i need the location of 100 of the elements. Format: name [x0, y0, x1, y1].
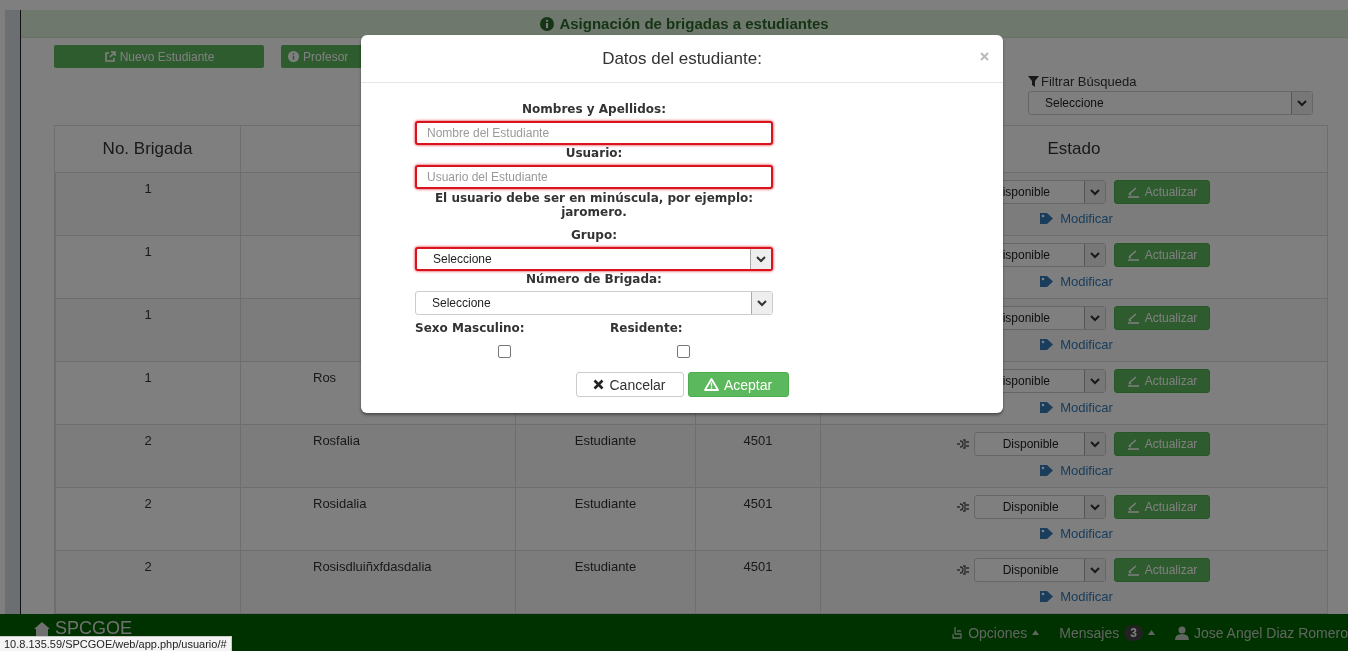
status-select[interactable]: Disponible: [973, 495, 1106, 519]
update-button[interactable]: Actualizar: [1113, 432, 1211, 456]
chevron-down-icon: [1089, 440, 1100, 448]
chevron-down-icon: [1089, 377, 1100, 385]
chevron-down-icon: [1089, 251, 1100, 259]
table-cell: Rosisdluiñxfdasdalia: [313, 559, 432, 574]
home-icon: [33, 620, 51, 637]
modify-link[interactable]: Modificar: [1039, 211, 1113, 226]
field-label: Nombres y Apellidos:: [521, 101, 667, 117]
column-header: No. Brigada: [102, 139, 193, 159]
new-student-button[interactable]: Nuevo Estudiante: [54, 45, 264, 68]
plug-icon: [955, 501, 970, 513]
update-button[interactable]: Actualizar: [1113, 306, 1211, 330]
tag-icon: [1039, 275, 1055, 288]
table-cell: 4501: [743, 559, 773, 574]
modify-link[interactable]: Modificar: [1039, 400, 1113, 415]
table-cell: Estudiante: [574, 433, 637, 448]
teachers-button[interactable]: Profesor: [281, 45, 362, 68]
hint-text: El usuario debe ser en minúscula, por ejemplo: jaromero.: [433, 191, 755, 219]
cancel-button[interactable]: Cancelar: [575, 372, 684, 397]
filter-label: Filtrar Búsqueda: [1041, 74, 1137, 89]
plug-icon: [955, 438, 970, 450]
filter-icon: [1028, 76, 1039, 87]
column-header: Estado: [1047, 139, 1101, 159]
chevron-down-icon: [1089, 503, 1100, 511]
table-cell: 4501: [743, 433, 773, 448]
chevron-down-icon: [1089, 188, 1100, 196]
menu-item[interactable]: Mensajes 3: [1059, 624, 1155, 641]
table-cell: Rosidalia: [313, 496, 367, 511]
edit-icon: [1126, 375, 1140, 387]
brand-name: SPCGOE: [55, 618, 133, 639]
chevron-down-icon: [1297, 99, 1307, 107]
tag-icon: [1039, 527, 1055, 540]
checkbox-label: Sexo Masculino:: [415, 320, 526, 336]
info-icon: [540, 16, 555, 31]
table-cell: 4501: [743, 496, 773, 511]
chevron-down-icon: [756, 255, 766, 263]
field-label: Número de Brigada:: [525, 271, 663, 287]
menu-item[interactable]: Jose Angel Diaz Romero: [1174, 624, 1348, 641]
field-label: Usuario:: [564, 145, 624, 161]
checkbox-label: Residente:: [609, 320, 684, 336]
caret-up-icon: [1147, 630, 1155, 635]
menu-item[interactable]: Opciones: [951, 624, 1040, 641]
table-cell: 1: [144, 307, 152, 322]
panel-title: Asignación de brigadas a estudiantes: [559, 15, 829, 32]
hand-icon: [951, 625, 964, 640]
edit-icon: [1126, 564, 1140, 576]
warning-icon: [703, 378, 719, 391]
tag-icon: [1039, 590, 1055, 603]
input-field[interactable]: Nombre del Estudiante: [415, 121, 773, 145]
status-url: 10.8.135.59/SPCGOE/web/app.php/usuario/#: [0, 636, 232, 651]
caret-up-icon: [1032, 630, 1040, 635]
dialog-title: Datos del estudiante:: [602, 48, 762, 69]
modify-link[interactable]: Modificar: [1039, 526, 1113, 541]
update-button[interactable]: Actualizar: [1113, 558, 1211, 582]
table-cell: Ros: [313, 370, 337, 385]
filter-select[interactable]: Seleccione: [1028, 91, 1313, 115]
table-cell: Rosfalia: [313, 433, 360, 448]
edit-icon: [1126, 501, 1140, 513]
update-button[interactable]: Actualizar: [1113, 243, 1211, 267]
edit-icon: [1126, 249, 1140, 261]
user-icon: [1174, 625, 1189, 640]
status-select[interactable]: Disponible: [973, 558, 1106, 582]
modify-link[interactable]: Modificar: [1039, 274, 1113, 289]
field-label: Grupo:: [570, 227, 618, 243]
update-button[interactable]: Actualizar: [1113, 369, 1211, 393]
edit-icon: [1126, 186, 1140, 198]
select-field[interactable]: Seleccione: [415, 291, 773, 315]
input-field[interactable]: Usuario del Estudiante: [415, 165, 773, 189]
edit-icon: [1126, 438, 1140, 450]
modify-link[interactable]: Modificar: [1039, 589, 1113, 604]
tag-icon: [1039, 464, 1055, 477]
close-icon: [593, 379, 605, 390]
plug-icon: [955, 564, 970, 576]
chevron-down-icon: [757, 299, 767, 307]
modify-link[interactable]: Modificar: [1039, 337, 1113, 352]
edit-icon: [1126, 312, 1140, 324]
count-badge: 3: [1124, 624, 1143, 641]
info-icon: [288, 51, 299, 62]
table-cell: 1: [144, 181, 152, 196]
chevron-down-icon: [1089, 314, 1100, 322]
checkbox[interactable]: [498, 345, 511, 358]
table-cell: 2: [144, 559, 152, 574]
update-button[interactable]: Actualizar: [1113, 180, 1211, 204]
table-cell: 1: [144, 370, 152, 385]
modify-link[interactable]: Modificar: [1039, 463, 1113, 478]
chevron-down-icon: [1089, 566, 1100, 574]
external-link-icon: [103, 50, 116, 63]
table-cell: Estudiante: [574, 559, 637, 574]
tag-icon: [1039, 338, 1055, 351]
select-field[interactable]: Seleccione: [415, 247, 773, 271]
table-cell: 2: [144, 433, 152, 448]
tag-icon: [1039, 401, 1055, 414]
table-cell: 1: [144, 244, 152, 259]
tag-icon: [1039, 212, 1055, 225]
update-button[interactable]: Actualizar: [1113, 495, 1211, 519]
table-cell: 2: [144, 496, 152, 511]
accept-button[interactable]: Aceptar: [687, 372, 789, 397]
status-select[interactable]: Disponible: [973, 432, 1106, 456]
checkbox[interactable]: [677, 345, 690, 358]
